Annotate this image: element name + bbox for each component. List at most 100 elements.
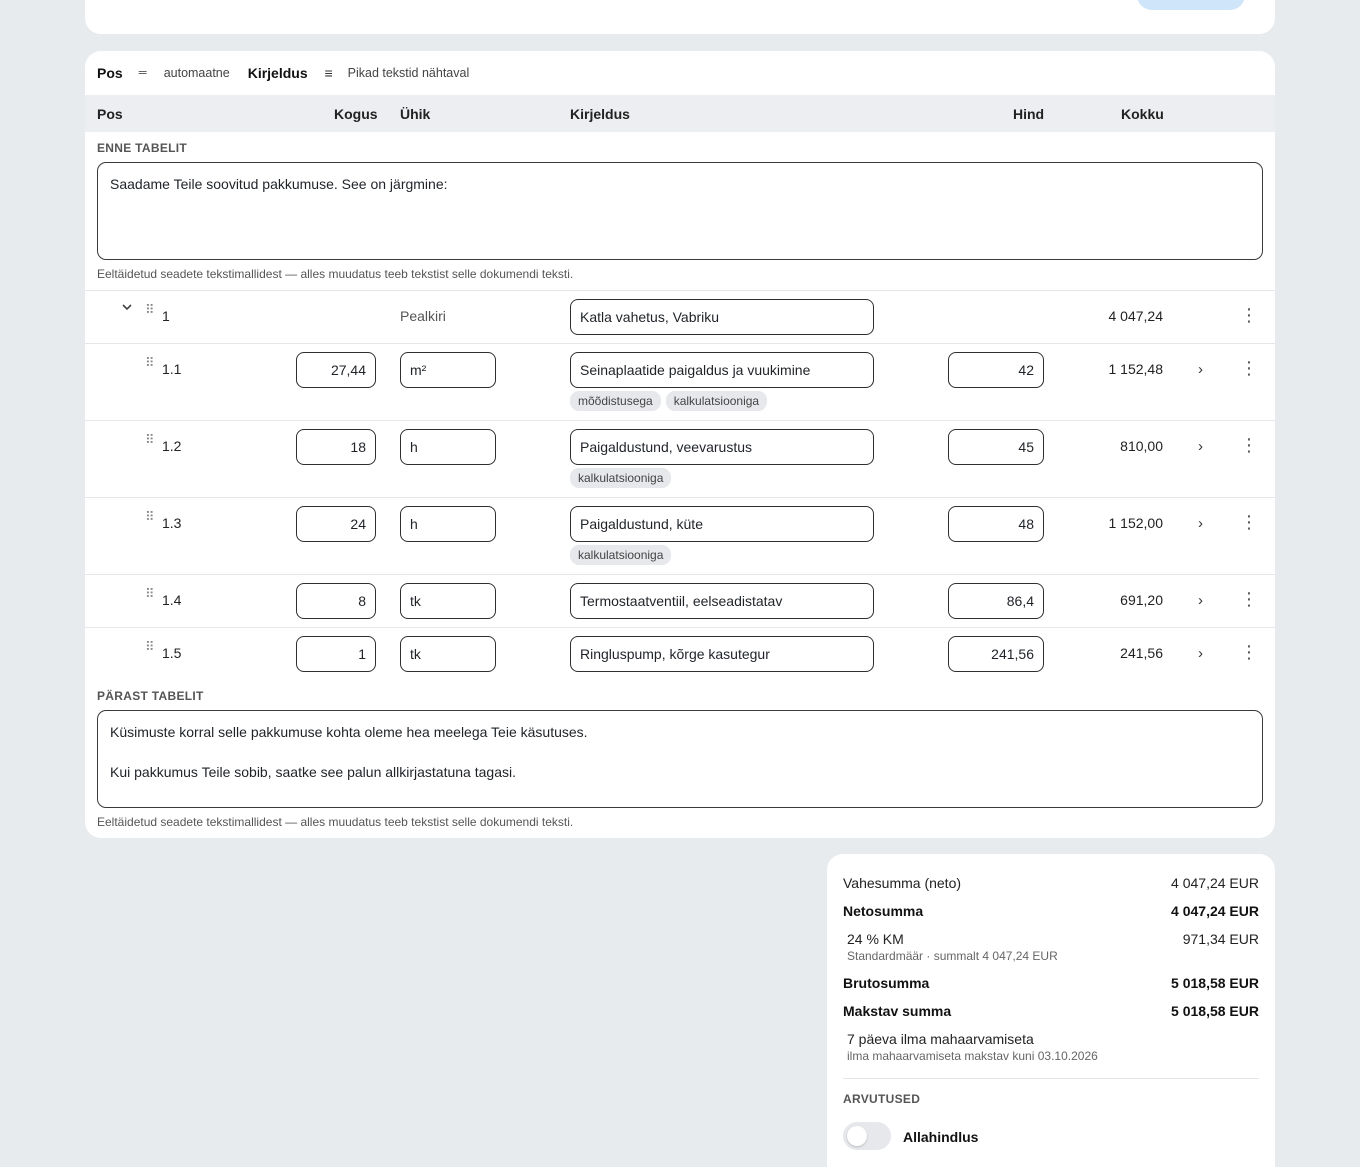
chevron-right-icon[interactable]: › (1198, 645, 1203, 662)
payment-terms-sub: ilma mahaarvamiseta makstav kuni 03.10.2… (847, 1049, 1098, 1063)
subtotal-label: Vahesumma (neto) (843, 875, 962, 891)
discount-toggle[interactable] (843, 1122, 891, 1150)
unit-input[interactable]: h (400, 506, 496, 542)
more-vertical-icon[interactable]: ⋮ (1240, 512, 1258, 533)
toggle-knob (847, 1126, 867, 1146)
col-unit: Ühik (400, 106, 431, 122)
primary-action-button[interactable] (1137, 0, 1245, 10)
unit-input[interactable]: m² (400, 352, 496, 388)
col-pos: Pos (97, 106, 123, 122)
col-qty: Kogus (334, 106, 378, 122)
chevron-right-icon[interactable]: › (1198, 361, 1203, 378)
table-row: ⠿ 1.2 18 h Paigaldustund, veevarustus 45… (85, 420, 1275, 497)
before-table-textarea[interactable]: Saadame Teile soovitud pakkumuse. See on… (97, 162, 1263, 260)
row-type: Pealkiri (400, 308, 446, 324)
lines-icon[interactable]: ≡ (324, 65, 334, 81)
table-row: ⠿ 1.1 27,44 m² Seinaplaatide paigaldus j… (85, 343, 1275, 420)
row-pos: 1.2 (162, 438, 182, 454)
net-line: Netosumma 4 047,24 EUR (843, 903, 1259, 919)
more-vertical-icon[interactable]: ⋮ (1240, 305, 1258, 326)
row-pos: 1.1 (162, 361, 182, 377)
drag-handle-icon[interactable]: ⠿ (145, 509, 154, 525)
price-input[interactable]: 45 (948, 429, 1044, 465)
after-table-textarea[interactable]: Küsimuste korral selle pakkumuse kohta o… (97, 710, 1263, 808)
qty-input[interactable]: 27,44 (296, 352, 376, 388)
terms-line: 7 päeva ilma mahaarvamiseta (847, 1031, 1259, 1047)
tag-badge: kalkulatsiooniga (570, 468, 672, 488)
row-tags: mõõdistusega kalkulatsiooniga (570, 391, 768, 411)
table-row: ⠿ 1.4 8 tk Termostaatventiil, eelseadist… (85, 574, 1275, 627)
row-total: 1 152,00 (1108, 515, 1164, 531)
row-pos: 1 (162, 308, 170, 324)
more-vertical-icon[interactable]: ⋮ (1240, 642, 1258, 663)
chevron-right-icon[interactable]: › (1198, 592, 1203, 609)
vat-value: 971,34 EUR (1182, 931, 1259, 947)
chevron-down-icon[interactable] (121, 301, 133, 316)
payable-value: 5 018,58 EUR (1171, 1003, 1259, 1019)
tag-badge: kalkulatsiooniga (570, 545, 672, 565)
discount-label: Allahindlus (903, 1129, 979, 1145)
payment-terms: 7 päeva ilma mahaarvamiseta (847, 1031, 1034, 1047)
price-input[interactable]: 42 (948, 352, 1044, 388)
table-row-heading: ⠿ 1 Pealkiri Katla vahetus, Vabriku 4 04… (85, 290, 1275, 343)
row-description-input[interactable]: Katla vahetus, Vabriku (570, 299, 874, 335)
vat-line: 24 % KM 971,34 EUR (847, 931, 1259, 947)
tag-badge: mõõdistusega (570, 391, 661, 411)
row-total: 691,20 (1120, 592, 1163, 608)
subtotal-line: Vahesumma (neto) 4 047,24 EUR (843, 875, 1259, 891)
equals-icon[interactable]: ═ (138, 67, 148, 79)
table-row: ⠿ 1.3 24 h Paigaldustund, küte 48 1 152,… (85, 497, 1275, 574)
divider (843, 1078, 1259, 1079)
row-total: 810,00 (1120, 438, 1163, 454)
drag-handle-icon[interactable]: ⠿ (145, 302, 154, 318)
row-description-input[interactable]: Paigaldustund, veevarustus (570, 429, 874, 465)
before-table-hint: Eeltäidetud seadete tekstimallidest — al… (97, 267, 574, 281)
chevron-right-icon[interactable]: › (1198, 515, 1203, 532)
drag-handle-icon[interactable]: ⠿ (145, 639, 154, 655)
table-header: Pos Kogus Ühik Kirjeldus Hind Kokku (85, 95, 1275, 132)
after-table-label: PÄRAST TABELIT (97, 689, 204, 703)
chevron-right-icon[interactable]: › (1198, 438, 1203, 455)
row-pos: 1.4 (162, 592, 182, 608)
pos-mode-value[interactable]: automaatne (164, 66, 230, 80)
more-vertical-icon[interactable]: ⋮ (1240, 358, 1258, 379)
unit-input[interactable]: tk (400, 636, 496, 672)
row-description-input[interactable]: Termostaatventiil, eelseadistatav (570, 583, 874, 619)
col-desc: Kirjeldus (570, 106, 630, 122)
unit-input[interactable]: tk (400, 583, 496, 619)
row-tags: kalkulatsiooniga (570, 468, 672, 488)
gross-line: Brutosumma 5 018,58 EUR (843, 975, 1259, 991)
row-pos: 1.5 (162, 645, 182, 661)
price-input[interactable]: 48 (948, 506, 1044, 542)
gross-value: 5 018,58 EUR (1171, 975, 1259, 991)
after-table-hint: Eeltäidetud seadete tekstimallidest — al… (97, 815, 574, 829)
drag-handle-icon[interactable]: ⠿ (145, 586, 154, 602)
more-vertical-icon[interactable]: ⋮ (1240, 435, 1258, 456)
row-total: 241,56 (1120, 645, 1163, 661)
row-description-input[interactable]: Seinaplaatide paigaldus ja vuukimine (570, 352, 874, 388)
net-label: Netosumma (843, 903, 924, 919)
drag-handle-icon[interactable]: ⠿ (145, 432, 154, 448)
row-pos: 1.3 (162, 515, 182, 531)
row-description-input[interactable]: Ringluspump, kõrge kasutegur (570, 636, 874, 672)
table-toolbar: Pos ═ automaatne Kirjeldus ≡ Pikad tekst… (85, 51, 1275, 95)
qty-input[interactable]: 8 (296, 583, 376, 619)
positions-card: Pos ═ automaatne Kirjeldus ≡ Pikad tekst… (85, 51, 1275, 838)
desc-mode-value[interactable]: Pikad tekstid nähtaval (348, 66, 470, 80)
net-value: 4 047,24 EUR (1171, 903, 1259, 919)
qty-input[interactable]: 24 (296, 506, 376, 542)
row-description-input[interactable]: Paigaldustund, küte (570, 506, 874, 542)
price-input[interactable]: 86,4 (948, 583, 1044, 619)
vat-subtext: Standardmäär · summalt 4 047,24 EUR (847, 949, 1058, 963)
tag-badge: kalkulatsiooniga (665, 391, 768, 411)
unit-input[interactable]: h (400, 429, 496, 465)
qty-input[interactable]: 1 (296, 636, 376, 672)
more-vertical-icon[interactable]: ⋮ (1240, 589, 1258, 610)
previous-card (85, 0, 1275, 34)
qty-input[interactable]: 18 (296, 429, 376, 465)
price-input[interactable]: 241,56 (948, 636, 1044, 672)
col-total: Kokku (1121, 106, 1164, 122)
drag-handle-icon[interactable]: ⠿ (145, 355, 154, 371)
row-total: 1 152,48 (1108, 361, 1164, 377)
calculations-label: ARVUTUSED (843, 1092, 921, 1106)
